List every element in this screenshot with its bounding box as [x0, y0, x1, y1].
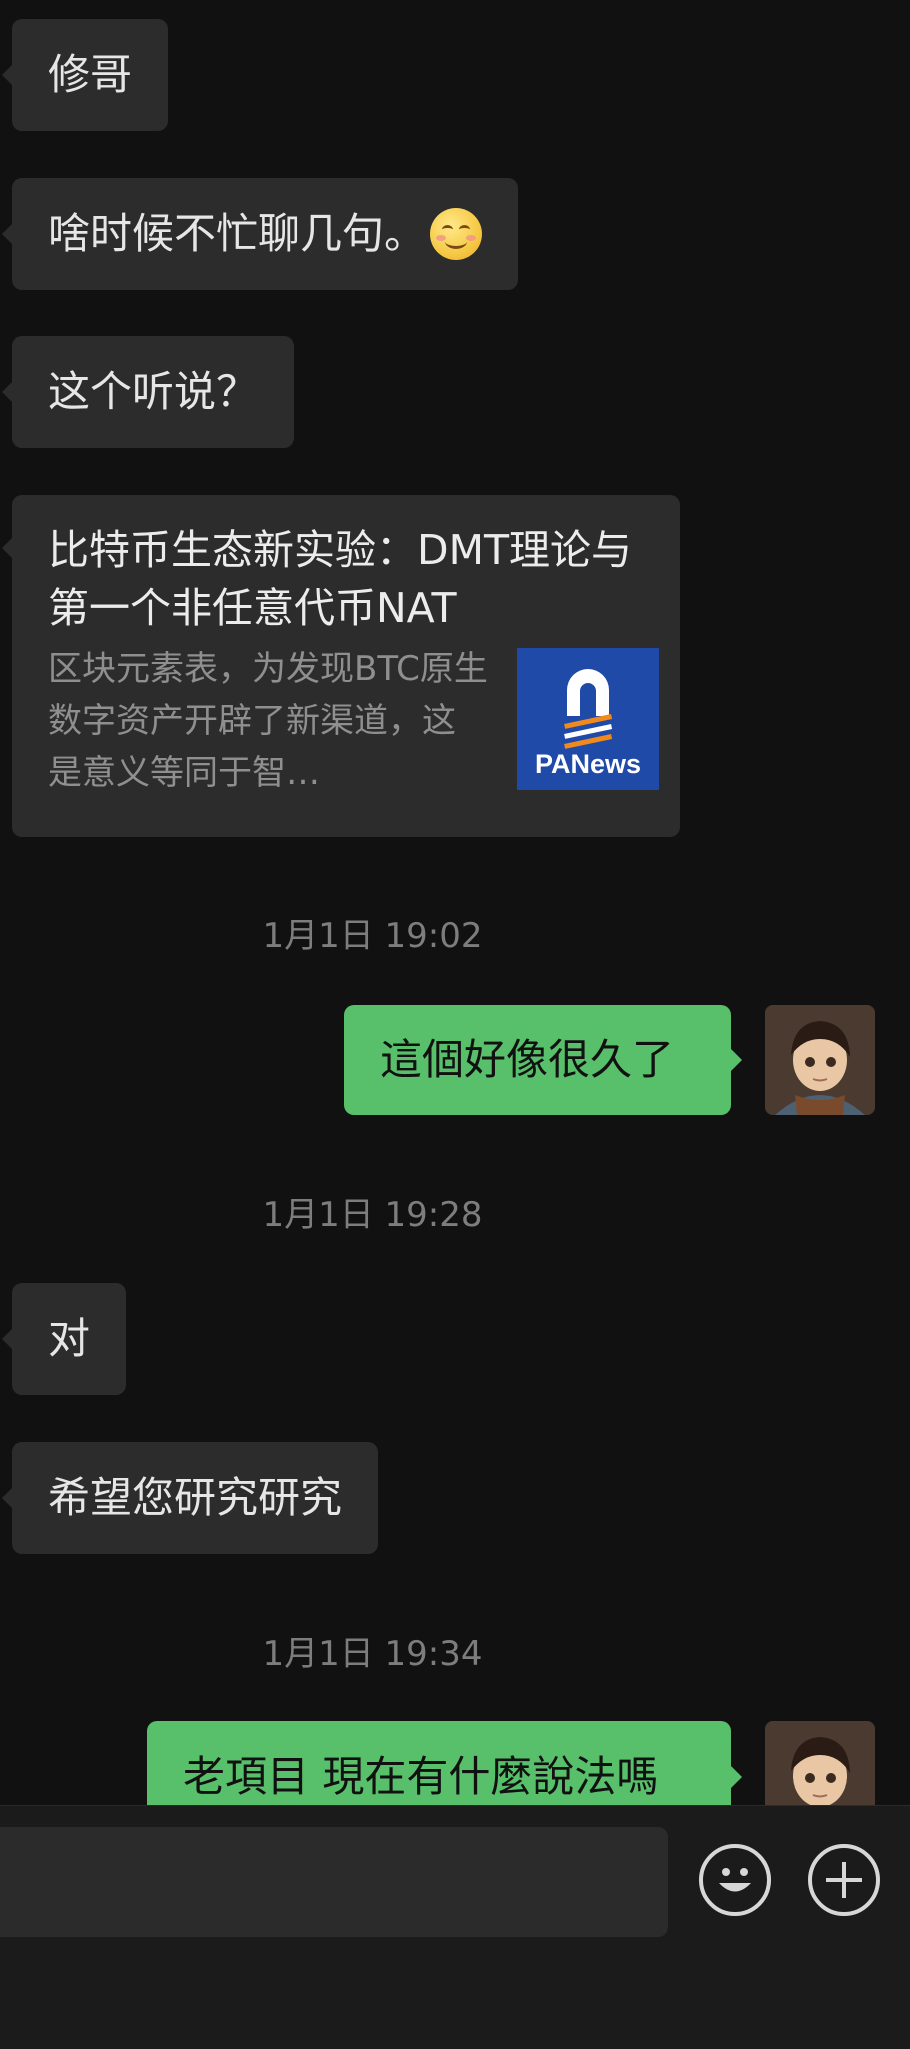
message-text: 這個好像很久了 — [380, 1035, 675, 1084]
incoming-message-bubble[interactable]: 啥时候不忙聊几句。 — [1, 178, 519, 290]
panews-logo-icon: PANews — [517, 648, 659, 790]
message-text: 啥时候不忙聊几句。 — [48, 209, 427, 258]
incoming-message-bubble[interactable]: 对 — [1, 1283, 127, 1395]
smiley-face-icon — [719, 1868, 751, 1892]
message-text: 对 — [48, 1314, 91, 1363]
timestamp: 1月1日 19:28 — [262, 1195, 483, 1235]
avatar-image — [765, 1721, 875, 1805]
incoming-message-bubble[interactable]: 修哥 — [1, 19, 169, 131]
message-text: 老項目 現在有什麼說法嗎 — [183, 1752, 659, 1801]
message-input-bar — [0, 1805, 910, 2049]
more-options-button[interactable] — [808, 1844, 880, 1916]
chat-message-list[interactable]: 修哥 啥时候不忙聊几句。 这个听说？ 比特币生态新实验：DMT理论与第一个非任意… — [0, 0, 910, 1805]
incoming-message-bubble[interactable]: 这个听说？ — [1, 336, 295, 448]
message-text: 这个听说？ — [48, 367, 259, 416]
plus-circle-icon — [826, 1862, 862, 1898]
message-text-input[interactable] — [0, 1827, 668, 1937]
timestamp: 1月1日 19:34 — [262, 1634, 483, 1674]
user-avatar[interactable] — [765, 1005, 875, 1115]
panews-brand-text: PANews — [535, 749, 641, 779]
message-text: 希望您研究研究 — [48, 1473, 343, 1522]
article-thumbnail: PANews — [517, 648, 659, 790]
shared-article-card[interactable]: 比特币生态新实验：DMT理论与第一个非任意代币NAT 区块元素表，为发现BTC原… — [2, 495, 680, 837]
message-text: 修哥 — [48, 50, 133, 99]
outgoing-message-bubble[interactable]: 這個好像很久了 — [344, 1005, 742, 1115]
outgoing-message-bubble[interactable]: 老項目 現在有什麼說法嗎 — [147, 1721, 742, 1805]
user-avatar[interactable] — [765, 1721, 875, 1805]
emoji-button[interactable] — [699, 1844, 771, 1916]
avatar-image — [765, 1005, 875, 1115]
incoming-message-bubble[interactable]: 希望您研究研究 — [1, 1442, 379, 1554]
timestamp: 1月1日 19:02 — [262, 916, 483, 956]
smiling-face-emoji-icon — [430, 208, 483, 260]
article-title: 比特币生态新实验：DMT理论与第一个非任意代币NAT — [48, 526, 632, 632]
article-description: 区块元素表，为发现BTC原生数字资产开辟了新渠道，这是意义等同于智… — [48, 649, 488, 793]
